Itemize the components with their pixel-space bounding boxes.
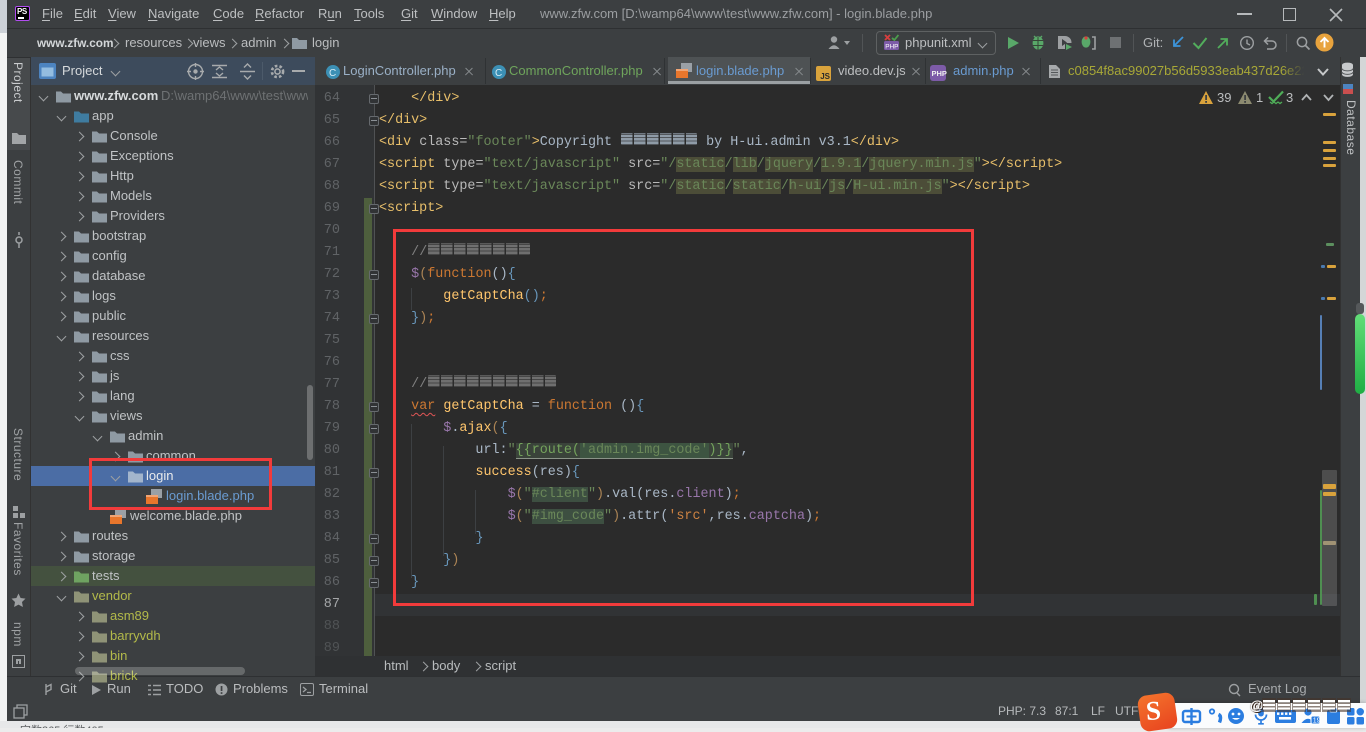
svg-text:C: C (329, 68, 336, 79)
svg-text:19: 19 (1313, 718, 1321, 725)
svg-text:PHP: PHP (885, 44, 898, 51)
svg-text:C: C (495, 68, 502, 79)
